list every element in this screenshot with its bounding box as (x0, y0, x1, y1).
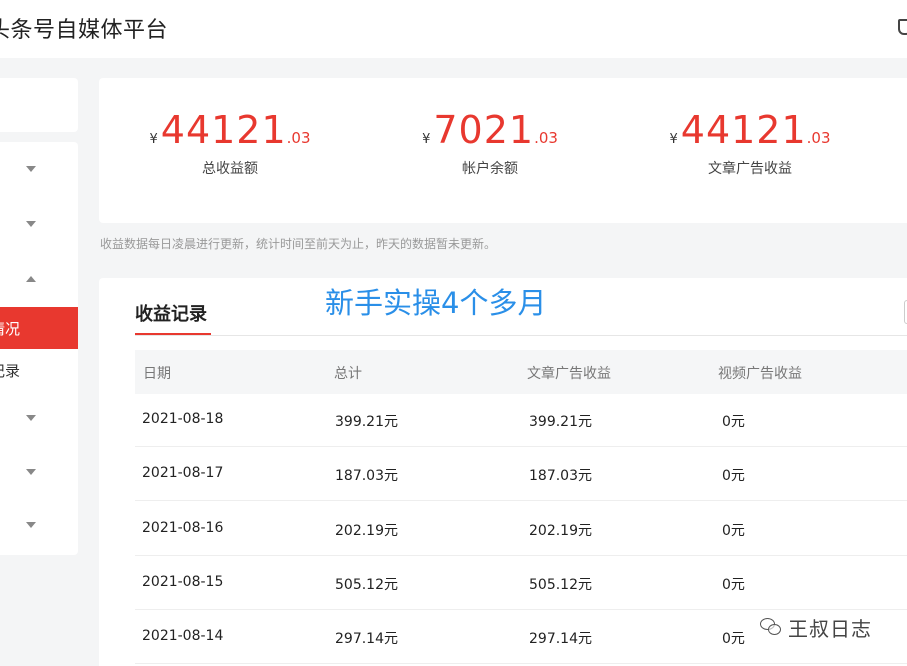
records-card: 收益记录 新手实操4个多月 日期 总计 文章广告收益 视频广告收益 2021-0… (99, 278, 907, 666)
yen-symbol: ¥ (422, 132, 431, 147)
stat-dec: .03 (534, 129, 558, 147)
chevron-down-icon (26, 415, 36, 421)
stat-label: 帐户余额 (462, 161, 518, 177)
cell-total: 297.14元 (335, 631, 398, 647)
yen-symbol: ¥ (669, 132, 678, 147)
sidebar-subitem-records[interactable]: 记录 (0, 360, 20, 381)
cell-date: 2021-08-15 (142, 574, 224, 590)
tabs-divider (135, 335, 907, 336)
overlay-caption: 新手实操4个多月 (325, 286, 547, 320)
watermark: 王叔日志 (760, 612, 872, 642)
cell-video-ad: 0元 (722, 577, 745, 593)
stat-value: ¥44121.03 (640, 108, 860, 152)
cell-article-ad: 399.21元 (529, 414, 592, 430)
cell-date: 2021-08-18 (142, 411, 224, 427)
cell-article-ad: 187.03元 (529, 468, 592, 484)
cell-article-ad: 297.14元 (529, 631, 592, 647)
column-header-article-ad: 文章广告收益 (527, 366, 611, 382)
cell-date: 2021-08-14 (142, 628, 224, 644)
cell-date: 2021-08-17 (142, 465, 224, 481)
stat-value: ¥7021.03 (380, 108, 600, 152)
cell-article-ad: 505.12元 (529, 577, 592, 593)
table-row: 2021-08-17 187.03元 187.03元 0元 (135, 447, 907, 501)
yen-symbol: ¥ (149, 132, 158, 147)
chevron-down-icon (26, 221, 36, 227)
stat-int: 44121 (160, 108, 287, 152)
wechat-icon (760, 618, 782, 636)
stat-int: 7021 (433, 108, 535, 152)
stats-card: ¥44121.03 总收益额 ¥7021.03 帐户余额 ¥44121.03 文… (99, 78, 907, 223)
sidebar-item-4[interactable] (0, 397, 78, 441)
sidebar-subitem-active-label: 情况 (0, 320, 21, 338)
app-title: 头条号自媒体平台 (0, 18, 169, 43)
sidebar-item-1[interactable] (0, 147, 78, 191)
table-row: 2021-08-15 505.12元 505.12元 0元 (135, 556, 907, 610)
sidebar-item-revenue[interactable] (0, 257, 78, 301)
cell-video-ad: 0元 (722, 414, 745, 430)
stat-label: 总收益额 (202, 161, 258, 177)
stat-value: ¥44121.03 (120, 108, 340, 152)
table-row: 2021-08-18 399.21元 399.21元 0元 (135, 393, 907, 447)
tab-revenue-records[interactable]: 收益记录 (135, 300, 207, 326)
cell-total: 399.21元 (335, 414, 398, 430)
update-note: 收益数据每日凌晨进行更新，统计时间至前天为止，昨天的数据暂未更新。 (100, 237, 497, 251)
column-header-total: 总计 (334, 366, 362, 382)
stat-article-ad-revenue: ¥44121.03 文章广告收益 (640, 108, 860, 178)
watermark-text: 王叔日志 (788, 616, 872, 641)
stat-dec: .03 (286, 129, 311, 147)
cell-total: 505.12元 (335, 577, 398, 593)
cell-video-ad: 0元 (722, 631, 745, 647)
sidebar-nav: 情况 记录 (0, 142, 78, 555)
cell-article-ad: 202.19元 (529, 523, 592, 539)
chevron-down-icon (26, 522, 36, 528)
stat-account-balance: ¥7021.03 帐户余额 (380, 108, 600, 178)
chevron-down-icon (26, 166, 36, 172)
stat-total-revenue: ¥44121.03 总收益额 (120, 108, 340, 178)
sidebar-top-card (0, 78, 78, 132)
stat-dec: .03 (806, 129, 831, 147)
user-menu-icon[interactable] (898, 19, 907, 35)
table-row: 2021-08-16 202.19元 202.19元 0元 (135, 502, 907, 556)
sidebar-item-6[interactable] (0, 505, 78, 549)
cell-total: 202.19元 (335, 523, 398, 539)
sidebar-item-2[interactable] (0, 202, 78, 246)
stat-label: 文章广告收益 (708, 161, 792, 177)
top-bar: 头条号自媒体平台 (0, 0, 907, 58)
chevron-down-icon (26, 469, 36, 475)
table-header: 日期 总计 文章广告收益 视频广告收益 (135, 350, 907, 394)
cell-date: 2021-08-16 (142, 520, 224, 536)
column-header-date: 日期 (143, 366, 171, 382)
cell-video-ad: 0元 (722, 468, 745, 484)
column-header-video-ad: 视频广告收益 (718, 366, 802, 382)
cell-video-ad: 0元 (722, 523, 745, 539)
cell-total: 187.03元 (335, 468, 398, 484)
stat-int: 44121 (680, 108, 807, 152)
sidebar-item-5[interactable] (0, 451, 78, 495)
chevron-up-icon (26, 276, 36, 282)
sidebar-subitem-active[interactable]: 情况 (0, 307, 78, 349)
